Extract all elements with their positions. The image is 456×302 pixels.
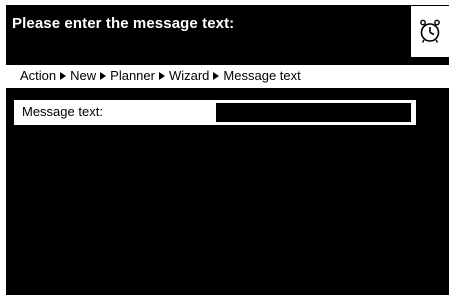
breadcrumb-item-new[interactable]: New (70, 68, 96, 83)
triangle-right-icon (100, 71, 107, 80)
triangle-right-icon (60, 71, 67, 80)
timer-button[interactable] (411, 6, 449, 57)
header-bar: Please enter the message text: (6, 5, 411, 58)
message-text-label: Message text: (22, 104, 103, 119)
message-text-input[interactable] (216, 103, 411, 122)
breadcrumb-item-action[interactable]: Action (20, 68, 56, 83)
message-text-row: Message text: (14, 100, 416, 125)
triangle-right-icon (158, 71, 165, 80)
breadcrumb-item-message-text: Message text (223, 68, 301, 83)
terminal-screen: Please enter the message text: Action Ne… (6, 5, 449, 295)
breadcrumb-trail: Action New Planner Wizard Message text (20, 68, 301, 83)
breadcrumb-item-wizard[interactable]: Wizard (169, 68, 209, 83)
page-title: Please enter the message text: (12, 15, 235, 32)
breadcrumb: Action New Planner Wizard Message text (6, 65, 449, 88)
triangle-right-icon (213, 71, 220, 80)
breadcrumb-item-planner[interactable]: Planner (110, 68, 155, 83)
timer-clock-icon (420, 19, 440, 43)
